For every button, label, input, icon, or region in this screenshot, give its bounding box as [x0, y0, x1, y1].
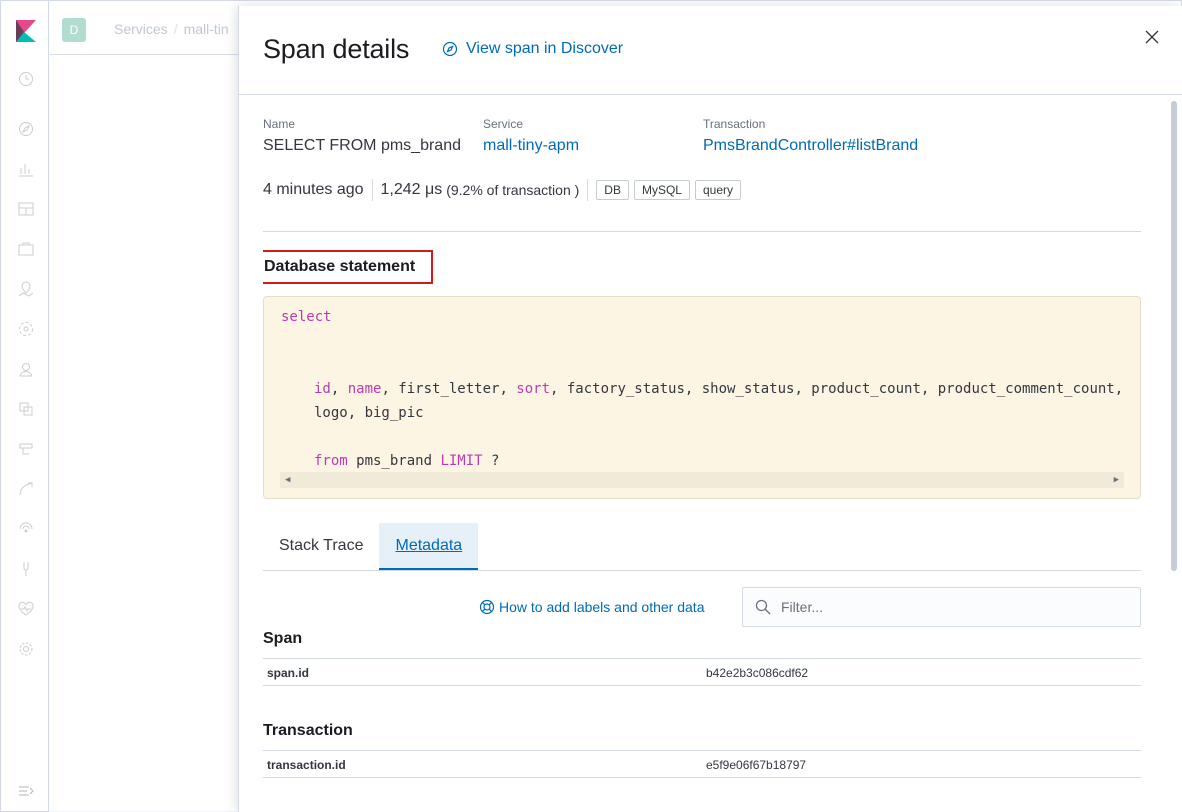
metadata-key: span.id: [267, 666, 310, 680]
visualize-nav-icon[interactable]: [18, 161, 34, 177]
badge-mysql: MySQL: [633, 180, 690, 200]
logs-nav-icon[interactable]: [18, 441, 34, 457]
table-row: span.id b42e2b3c086cdf62: [263, 658, 1141, 686]
filter-input[interactable]: [781, 599, 1121, 615]
code-line-4: from pms_brand LIMIT ?: [314, 453, 500, 469]
tab-metadata[interactable]: Metadata: [379, 523, 479, 570]
divider: [587, 179, 589, 201]
compass-icon: [442, 41, 458, 57]
transaction-link[interactable]: PmsBrandController#listBrand: [703, 137, 1003, 155]
duration: 1,242 μs: [380, 181, 443, 198]
flyout-header: Span details View span in Discover: [239, 6, 1182, 95]
divider: [371, 179, 373, 201]
breadcrumb: Services / mall-tin: [114, 21, 229, 37]
space-avatar[interactable]: D: [62, 18, 86, 42]
kibana-logo[interactable]: [16, 20, 36, 42]
close-button[interactable]: [1142, 27, 1162, 47]
name-label: Name: [263, 117, 296, 131]
uptime-nav-icon[interactable]: [18, 521, 34, 537]
sql-code-block[interactable]: select id, name, first_letter, sort, fac…: [263, 296, 1141, 499]
flyout-scrollbar[interactable]: [1171, 101, 1177, 571]
timestamp: 4 minutes ago: [263, 181, 364, 198]
users-nav-icon[interactable]: [18, 361, 34, 377]
badge-query: query: [694, 180, 741, 200]
canvas-nav-icon[interactable]: [18, 241, 34, 257]
dashboard-nav-icon[interactable]: [18, 201, 34, 217]
infrastructure-nav-icon[interactable]: [18, 401, 34, 417]
scroll-left-icon[interactable]: ◀: [285, 472, 290, 488]
table-row: transaction.id e5f9e06f67b18797: [263, 750, 1141, 778]
code-line-1: select: [281, 309, 332, 325]
dev-tools-nav-icon[interactable]: [18, 561, 34, 577]
maps-nav-icon[interactable]: [18, 281, 34, 297]
summary-name: Name SELECT FROM pms_brand: [263, 117, 483, 155]
lifebuoy-icon: [479, 599, 495, 615]
metadata-value: e5f9e06f67b18797: [706, 758, 807, 772]
gear-icon[interactable]: [18, 641, 34, 657]
apm-nav-icon[interactable]: [18, 481, 34, 497]
span-details-flyout: Span details View span in Discover Name …: [238, 6, 1182, 812]
view-in-discover-label: View span in Discover: [466, 40, 624, 57]
discover-nav-icon[interactable]: [18, 121, 34, 137]
breadcrumb-services[interactable]: Services: [114, 21, 168, 37]
transaction-label: Transaction: [703, 117, 766, 131]
monitoring-nav-icon[interactable]: [18, 601, 34, 617]
service-label: Service: [483, 117, 524, 131]
divider: [263, 231, 1141, 232]
metadata-key: transaction.id: [267, 758, 346, 772]
badge-db: DB: [596, 180, 629, 200]
scroll-right-icon[interactable]: ▶: [1114, 472, 1119, 488]
flyout-body: Name SELECT FROM pms_brand Service mall-…: [263, 95, 1141, 812]
span-meta: 4 minutes ago 1,242 μs (9.2% of transact…: [263, 179, 746, 201]
tab-stack-trace[interactable]: Stack Trace: [263, 523, 379, 570]
span-summary: Name SELECT FROM pms_brand Service mall-…: [263, 117, 1003, 155]
code-line-2: id, name, first_letter, sort, factory_st…: [314, 381, 1124, 397]
transaction-section-title: Transaction: [263, 722, 353, 739]
view-in-discover-link[interactable]: View span in Discover: [442, 40, 623, 58]
breadcrumb-service[interactable]: mall-tin: [184, 21, 229, 37]
ml-nav-icon[interactable]: [18, 321, 34, 337]
metadata-value: b42e2b3c086cdf62: [706, 666, 809, 680]
duration-percent: (9.2% of transaction ): [446, 182, 580, 198]
help-labels-link[interactable]: How to add labels and other data: [479, 599, 704, 615]
help-labels-label: How to add labels and other data: [499, 599, 705, 615]
name-value: SELECT FROM pms_brand: [263, 137, 461, 154]
code-horizontal-scrollbar[interactable]: ◀ ▶: [280, 472, 1124, 488]
page-title: Span details: [263, 34, 410, 64]
left-nav: [1, 1, 49, 811]
detail-tabs: Stack Trace Metadata: [263, 523, 1141, 571]
filter-field[interactable]: [742, 587, 1141, 627]
collapse-nav-icon[interactable]: [18, 783, 34, 799]
close-icon: [1145, 30, 1159, 44]
span-section-title: Span: [263, 630, 303, 647]
service-link[interactable]: mall-tiny-apm: [483, 137, 703, 155]
summary-transaction: Transaction PmsBrandController#listBrand: [703, 117, 1003, 155]
database-statement-title: Database statement: [263, 250, 434, 284]
code-line-3: logo, big_pic: [314, 405, 424, 421]
search-icon: [755, 599, 771, 615]
clock-icon[interactable]: [18, 71, 34, 87]
summary-service: Service mall-tiny-apm: [483, 117, 703, 155]
